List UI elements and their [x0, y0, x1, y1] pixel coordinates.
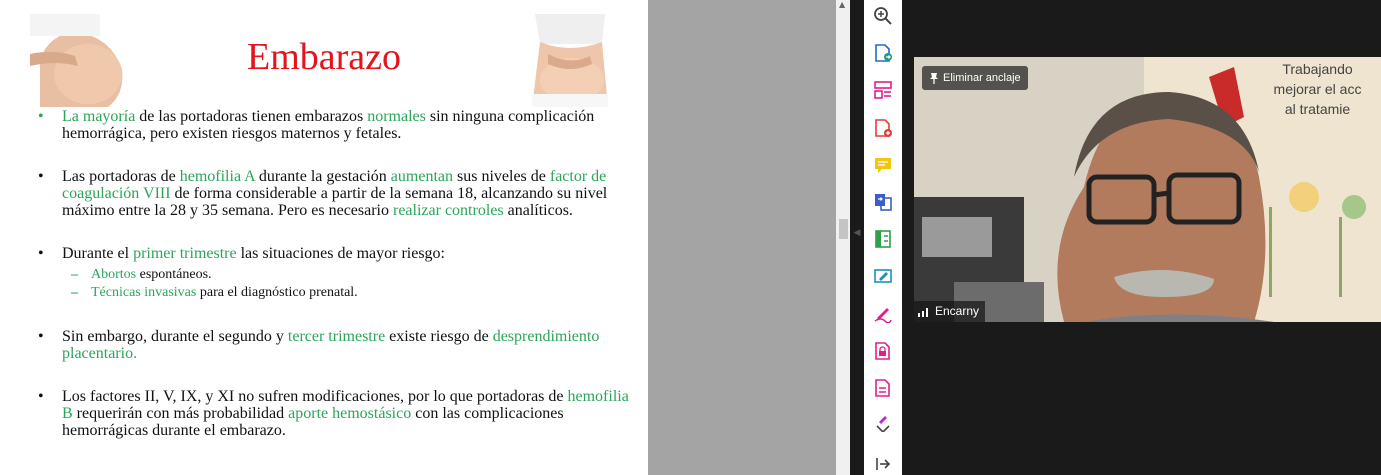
- participant-video[interactable]: Trabajando mejorar el acc al tratamie El…: [914, 57, 1381, 322]
- scrollbar-thumb[interactable]: [839, 219, 848, 239]
- presentation-slide: Embarazo • La mayoría de las portadoras t…: [0, 0, 648, 475]
- sub-bullet-item: – Abortos espontáneos.: [38, 266, 638, 284]
- bullet-text: existe riesgo de: [385, 328, 493, 345]
- form-icon[interactable]: [873, 378, 893, 398]
- bullet-text: requerirán con más probabilidad: [72, 405, 289, 422]
- poster-line: al tratamie: [1284, 101, 1351, 117]
- bullet-item: • Las portadoras de hemofilia A durante l…: [38, 168, 638, 219]
- poster-text: Trabajando mejorar el acc al tratamie: [1254, 59, 1381, 119]
- export-pdf-icon[interactable]: [873, 43, 893, 63]
- sub-bullet-dash: –: [71, 285, 78, 300]
- bullet-text: Durante el: [62, 245, 134, 262]
- bullet-item: • Los factores II, V, IX, y XI no sufren …: [38, 388, 638, 439]
- highlighted-text: normales: [367, 108, 426, 125]
- tools-panel: [864, 0, 902, 475]
- bullet-text: las situaciones de mayor riesgo:: [236, 245, 445, 262]
- poster-line: Trabajando: [1282, 61, 1353, 77]
- bullet-text: de las portadoras tienen embarazos: [135, 108, 368, 125]
- bullet-dot: •: [38, 245, 44, 262]
- participant-name: Encarny: [935, 304, 980, 318]
- highlighted-text: aporte hemostásico: [288, 405, 412, 422]
- sub-bullet-item: – Técnicas invasivas para el diagnóstico …: [38, 284, 638, 302]
- participant-name-badge: Encarny: [914, 301, 986, 322]
- sub-bullet-dash: –: [71, 267, 78, 282]
- expand-panel-icon[interactable]: [873, 454, 893, 474]
- slide-title: Embarazo: [246, 36, 402, 78]
- highlighted-text: hemofilia A: [179, 168, 255, 185]
- bullet-item: • Sin embargo, durante el segundo y terce…: [38, 328, 638, 362]
- bullet-text: espontáneos.: [136, 267, 212, 282]
- bullet-text: Sin embargo, durante el segundo y: [62, 328, 288, 345]
- collapse-panel-arrow-icon[interactable]: ◀: [850, 228, 864, 248]
- bullet-text: sus niveles de: [453, 168, 550, 185]
- comment-icon[interactable]: [873, 155, 893, 175]
- document-canvas-background: [648, 0, 836, 475]
- bullet-list: • La mayoría de las portadoras tienen emb…: [38, 108, 638, 439]
- bullet-dot: •: [38, 388, 44, 405]
- bullet-text: durante la gestación: [254, 168, 391, 185]
- bullet-text: analíticos.: [503, 202, 573, 219]
- scroll-up-arrow-icon[interactable]: ▲: [839, 0, 845, 9]
- protect-pdf-icon[interactable]: [873, 341, 893, 361]
- highlighted-text: realizar controles: [393, 202, 504, 219]
- highlighted-text: Técnicas invasivas: [91, 285, 197, 300]
- fill-sign-icon[interactable]: [873, 303, 893, 323]
- create-pdf-icon[interactable]: [873, 118, 893, 138]
- bullet-dot: •: [38, 108, 44, 125]
- zoom-in-icon[interactable]: [873, 6, 893, 26]
- bullet-text: Los factores II, V, IX, y XI no sufren m…: [62, 388, 568, 405]
- vertical-scrollbar[interactable]: ▲: [836, 0, 850, 475]
- bullet-text: Las portadoras de: [62, 168, 180, 185]
- bullet-dot: •: [38, 168, 44, 185]
- bullet-item: • Durante el primer trimestre las situaci…: [38, 245, 638, 262]
- signal-strength-icon: [918, 308, 928, 318]
- unpin-button[interactable]: Eliminar anclaje: [922, 66, 1028, 90]
- edit-pdf-icon[interactable]: [873, 266, 893, 286]
- bullet-item: • La mayoría de las portadoras tienen emb…: [38, 108, 638, 142]
- highlighted-text: primer trimestre: [133, 245, 237, 262]
- highlighted-text: Abortos: [91, 267, 137, 282]
- highlighted-text: La mayoría: [62, 108, 136, 125]
- highlighted-text: tercer trimestre: [287, 328, 386, 345]
- meeting-panel: Trabajando mejorar el acc al tratamie El…: [902, 0, 1381, 475]
- compress-pdf-icon[interactable]: [873, 229, 893, 249]
- bullet-text: para el diagnóstico prenatal.: [196, 285, 358, 300]
- poster-line: mejorar el acc: [1273, 81, 1362, 97]
- unpin-label: Eliminar anclaje: [943, 72, 1021, 84]
- organize-pages-icon[interactable]: [873, 80, 893, 100]
- highlighted-text: aumentan: [390, 168, 453, 185]
- combine-files-icon[interactable]: [873, 192, 893, 212]
- more-tools-icon[interactable]: [873, 412, 893, 432]
- bullet-dot: •: [38, 328, 44, 345]
- pin-icon: [930, 73, 938, 85]
